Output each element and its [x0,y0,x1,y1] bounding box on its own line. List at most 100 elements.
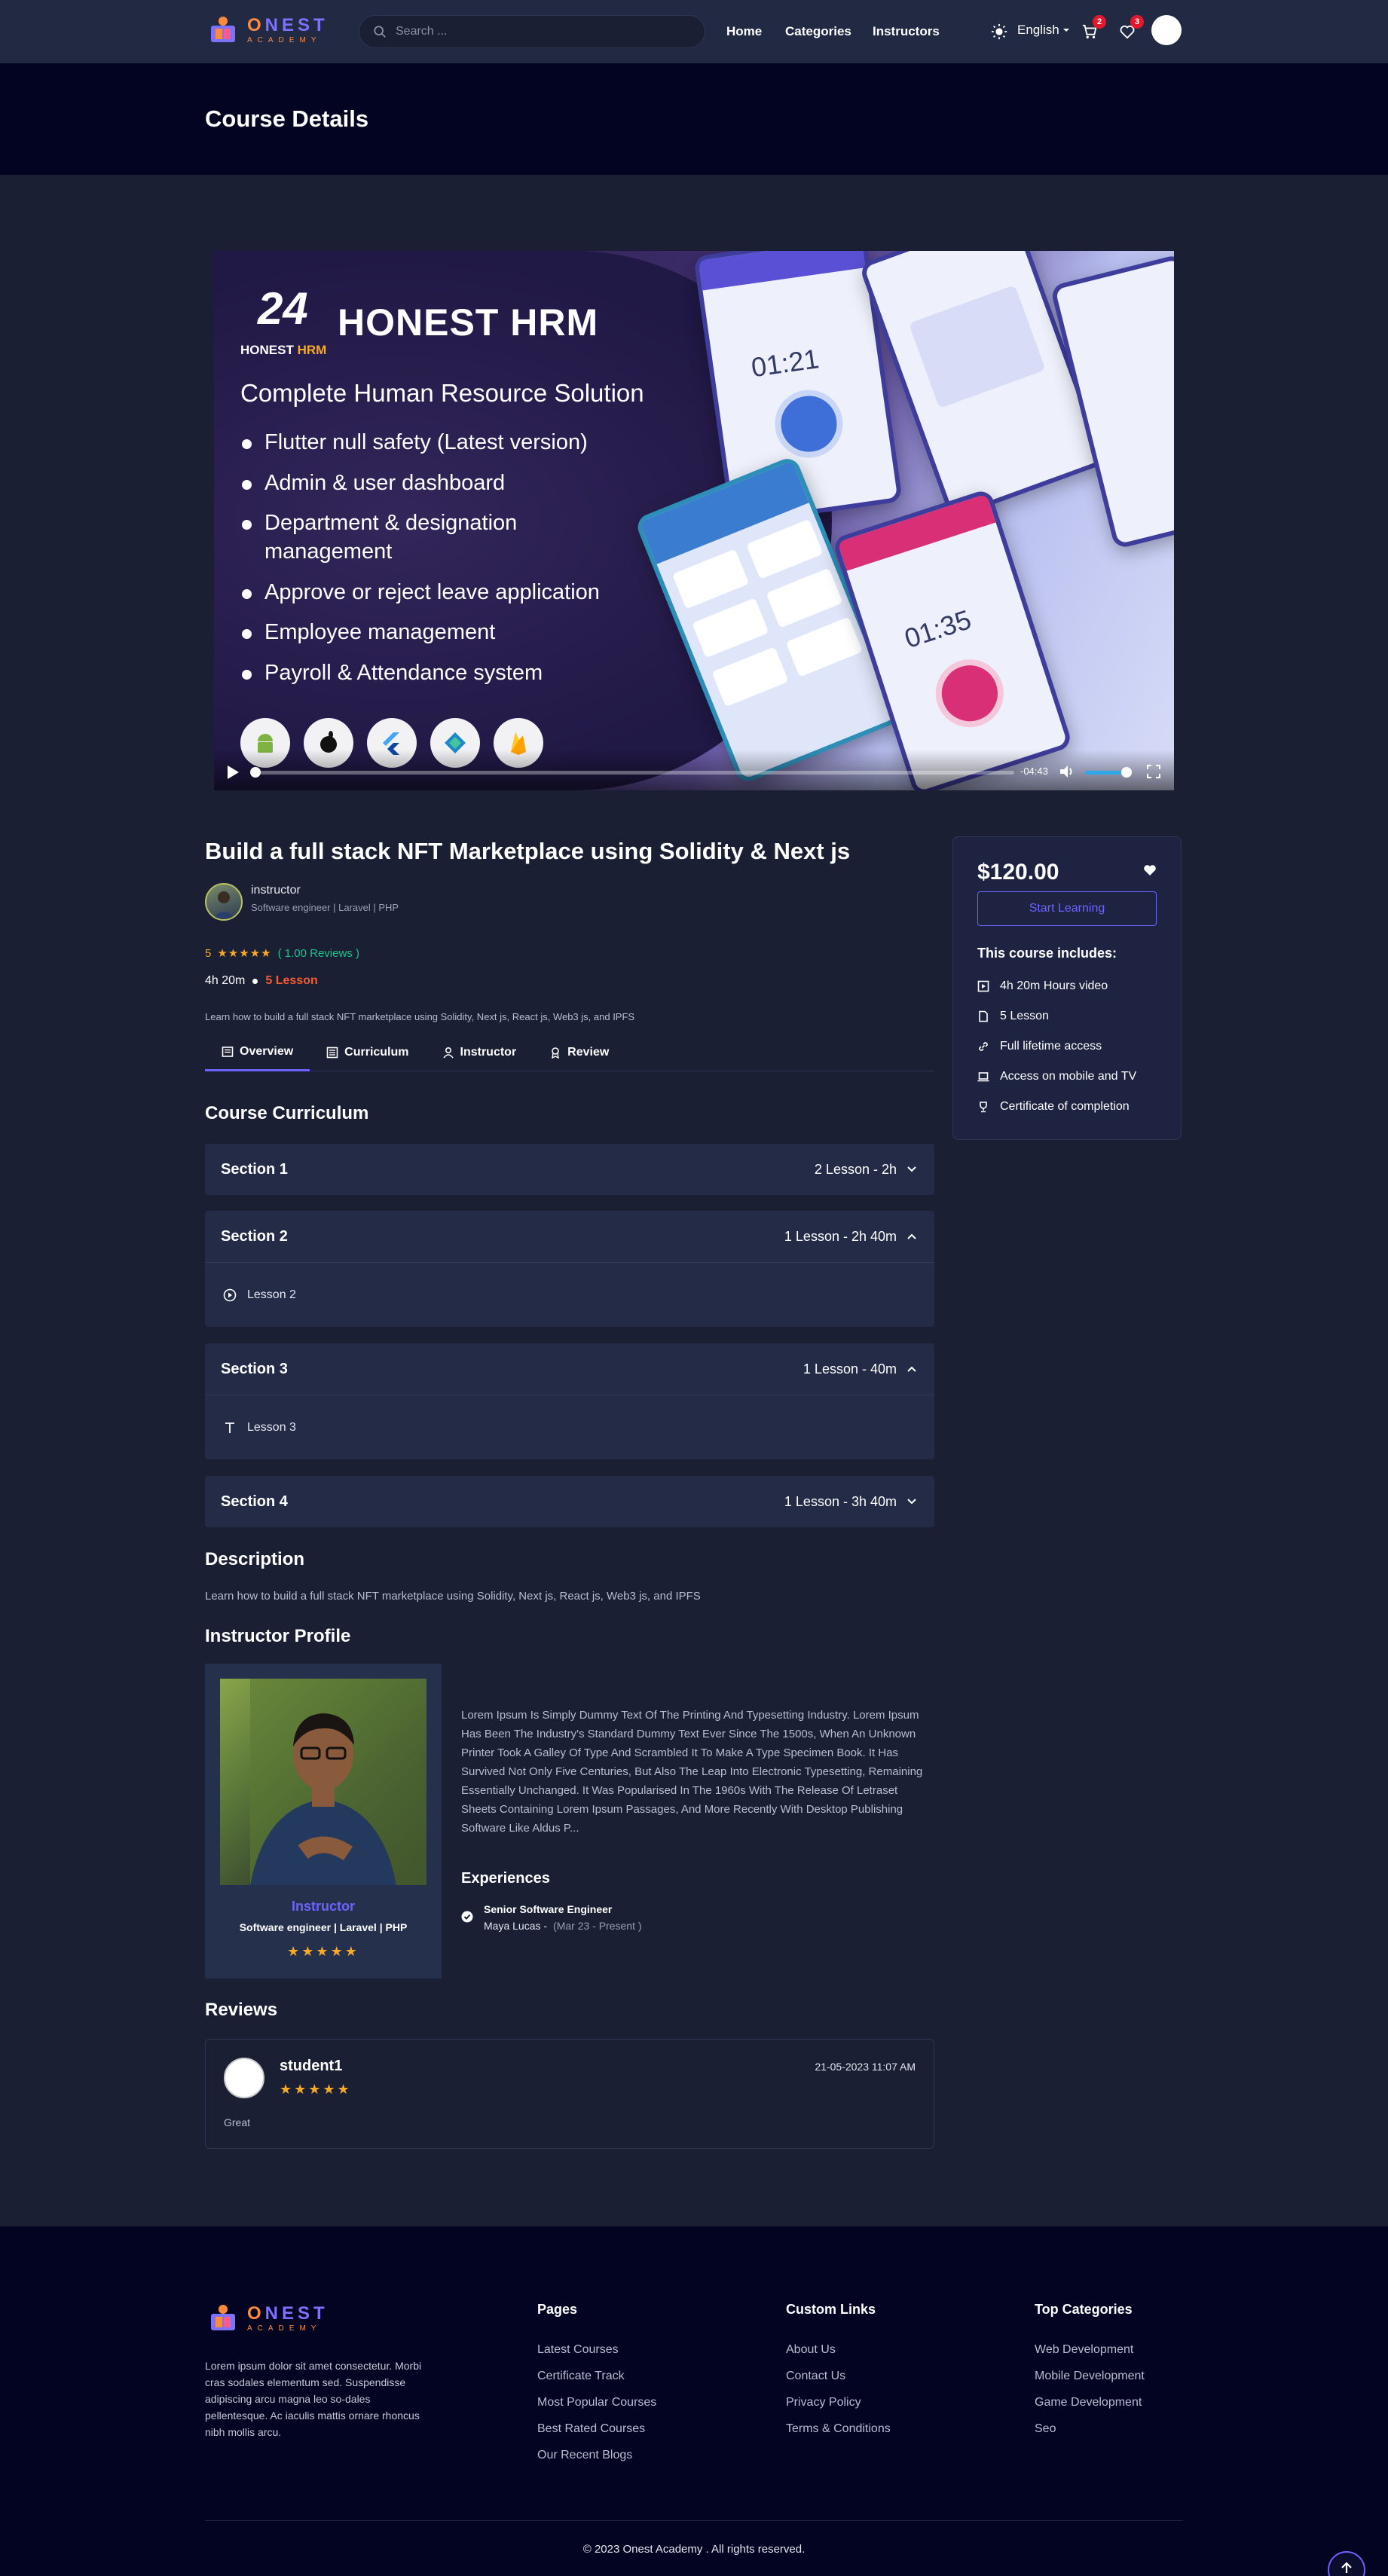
laptop-icon [977,1072,989,1082]
footer: ONEST ACADEMY Lorem ipsum dolor sit amet… [0,2226,1388,2576]
lesson-title: Lesson 2 [247,1288,296,1301]
section-title: Section 3 [221,1360,288,1377]
course-video-player[interactable]: 01:21 01:35 24 HONEST HRM HONEST HRM Com… [214,251,1174,790]
tab-label: Review [567,1046,610,1059]
course-rating: 5 ★★★★★ ( 1.00 Reviews ) [205,946,359,961]
logo-sub-text: ACADEMY [247,35,322,44]
tab-overview[interactable]: Overview [205,1034,310,1071]
nav-instructors[interactable]: Instructors [873,24,940,39]
experiences-heading: Experiences [461,1870,550,1887]
footer-link[interactable]: Web Development [1035,2343,1145,2357]
chevron-up-icon [907,1366,916,1372]
nav-home[interactable]: Home [726,24,762,39]
footer-link[interactable]: Game Development [1035,2396,1145,2409]
tab-instructor[interactable]: Instructor [426,1034,533,1071]
tab-label: Overview [240,1044,294,1058]
check-circle-icon [461,1911,473,1923]
lesson-item[interactable]: Lesson 2 [205,1262,934,1327]
footer-logo[interactable]: ONEST ACADEMY [206,2302,329,2335]
description-text: Learn how to build a full stack NFT mark… [205,1590,701,1603]
phone-mockup-checkout: 01:35 [831,487,1074,790]
play-icon[interactable] [226,765,240,780]
lesson-title: Lesson 3 [247,1420,296,1434]
footer-link[interactable]: About Us [786,2343,891,2357]
site-logo[interactable]: ONEST ACADEMY [206,14,329,47]
meta-dot [252,978,258,984]
footer-link[interactable]: Best Rated Courses [537,2422,656,2436]
footer-link[interactable]: Seo [1035,2422,1145,2436]
fullscreen-icon[interactable] [1147,765,1160,778]
course-lessons: 5 Lesson [265,974,318,987]
user-icon [442,1047,454,1059]
includes-item: 5 Lesson [977,1001,1136,1031]
reviews-count[interactable]: ( 1.00 Reviews ) [278,947,359,960]
experience-role: Senior Software Engineer [484,1903,613,1915]
trophy-icon [980,1102,987,1113]
footer-link[interactable]: Our Recent Blogs [537,2449,656,2462]
language-select[interactable]: English [1017,23,1070,38]
search-input[interactable] [396,25,682,38]
play-circle-icon [223,1288,237,1301]
video-progress-handle[interactable] [250,767,261,778]
sun-icon [991,23,1007,40]
logo-main-text: ONEST [247,14,329,35]
video-progress-track[interactable] [253,771,1014,775]
wishlist-button[interactable]: 3 [1117,15,1144,42]
banner-feature: Approve or reject leave application [240,579,632,607]
footer-link[interactable]: Terms & Conditions [786,2422,891,2436]
nav-categories[interactable]: Categories [785,24,851,39]
footer-column-top-categories: Top Categories Web Development Mobile De… [1035,2302,1145,2449]
instructor-avatar[interactable] [205,883,243,921]
includes-list: 4h 20m Hours video 5 Lesson Full lifetim… [977,971,1136,1122]
wishlist-count-badge: 3 [1130,15,1144,29]
banner-feature: Flutter null safety (Latest version) [240,429,632,457]
section-header[interactable]: Section 3 1 Lesson - 40m [205,1343,934,1395]
language-label: English [1017,23,1059,37]
book-icon [222,1046,234,1057]
cart-button[interactable]: 2 [1079,15,1106,42]
volume-handle[interactable] [1121,767,1132,778]
experience-company: Maya Lucas - [484,1920,548,1932]
instructor-profile-heading: Instructor Profile [205,1626,351,1646]
instructor-card-name[interactable]: Instructor [205,1899,442,1914]
course-tabs: Overview Curriculum Instructor Review [205,1034,934,1071]
lesson-item[interactable]: Lesson 3 [205,1395,934,1459]
review-date: 21-05-2023 11:07 AM [815,2061,916,2073]
instructor-role: Software engineer | Laravel | PHP [251,902,399,913]
curriculum-heading: Course Curriculum [205,1103,369,1123]
course-duration: 4h 20m [205,974,246,987]
footer-link[interactable]: Most Popular Courses [537,2396,656,2409]
banner-feature: Department & designation management [240,509,632,566]
link-icon [979,1042,988,1051]
footer-link[interactable]: Certificate Track [537,2370,656,2383]
footer-link[interactable]: Contact Us [786,2370,891,2383]
instructor-photo [220,1679,426,1885]
cart-count-badge: 2 [1093,15,1106,29]
section-header[interactable]: Section 1 2 Lesson - 2h [205,1144,934,1195]
instructor-name[interactable]: instructor [251,884,301,897]
banner-feature: Payroll & Attendance system [240,659,632,688]
footer-link[interactable]: Mobile Development [1035,2370,1145,2383]
section-header[interactable]: Section 2 1 Lesson - 2h 40m [205,1211,934,1262]
rating-value: 5 [205,946,212,960]
footer-link[interactable]: Latest Courses [537,2343,656,2357]
footer-link[interactable]: Privacy Policy [786,2396,891,2409]
tab-review[interactable]: Review [533,1034,625,1071]
tab-curriculum[interactable]: Curriculum [310,1034,425,1071]
video-controls: -04:43 [214,750,1174,790]
banner-logo-24: 24 [258,283,308,334]
theme-toggle-button[interactable] [989,21,1010,42]
start-learning-button[interactable]: Start Learning [977,891,1157,926]
tab-label: Curriculum [344,1046,409,1059]
includes-item: Access on mobile and TV [977,1062,1136,1092]
rating-stars-icon: ★★★★★ [217,947,272,960]
volume-icon[interactable] [1059,765,1076,778]
section-title: Section 4 [221,1493,288,1510]
course-short-description: Learn how to build a full stack NFT mark… [205,1011,635,1022]
footer-column-title: Top Categories [1035,2302,1133,2317]
footer-column-title: Pages [537,2302,578,2317]
user-avatar[interactable] [1151,15,1182,45]
instructor-profile-card: Instructor Software engineer | Laravel |… [205,1664,442,1979]
section-header[interactable]: Section 4 1 Lesson - 3h 40m [205,1476,934,1527]
wishlist-heart-icon[interactable] [1143,864,1157,876]
